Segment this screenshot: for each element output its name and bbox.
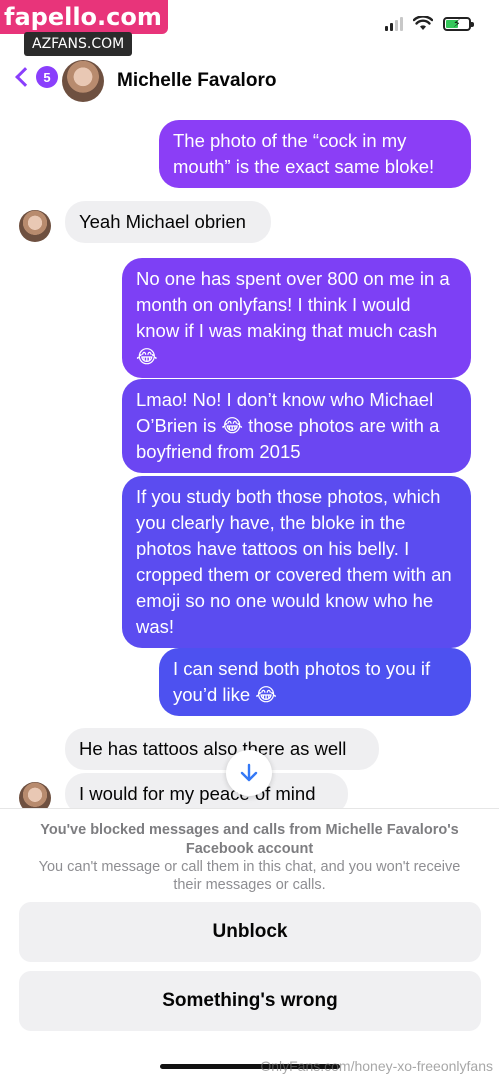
cellular-signal-icon: [385, 16, 403, 31]
unblock-button[interactable]: Unblock: [19, 902, 481, 962]
contact-avatar[interactable]: [62, 60, 104, 102]
scroll-to-bottom-button[interactable]: [226, 750, 272, 796]
status-bar: ⚡: [385, 16, 474, 31]
onlyfans-watermark: OnlyFans.com/honey-xo-freeonlyfans: [260, 1058, 493, 1074]
blocked-notice-panel: You've blocked messages and calls from M…: [0, 808, 499, 1080]
outgoing-message[interactable]: If you study both those photos, which yo…: [122, 476, 471, 648]
unread-count-badge: 5: [36, 66, 58, 88]
contact-name[interactable]: Michelle Favaloro: [117, 70, 276, 92]
blocked-title: You've blocked messages and calls from M…: [40, 822, 459, 857]
chevron-left-icon: [15, 67, 35, 87]
wifi-icon: [413, 16, 433, 30]
outgoing-message[interactable]: The photo of the “cock in my mouth” is t…: [159, 120, 471, 188]
chat-header: 5 Michelle Favaloro: [0, 56, 499, 106]
arrow-down-icon: [240, 763, 258, 782]
azfans-watermark: AZFANS.COM: [24, 32, 133, 56]
outgoing-message[interactable]: No one has spent over 800 on me in a mon…: [122, 258, 471, 378]
outgoing-message[interactable]: Lmao! No! I don’t know who Michael O’Bri…: [122, 379, 471, 473]
back-button[interactable]: 5: [12, 66, 58, 88]
blocked-subtitle: You can't message or call them in this c…: [38, 859, 461, 893]
incoming-message[interactable]: Yeah Michael obrien: [65, 201, 271, 243]
something-wrong-button[interactable]: Something's wrong: [19, 971, 481, 1031]
battery-charging-icon: ⚡: [443, 16, 474, 31]
contact-message-avatar: [19, 210, 51, 242]
incoming-message[interactable]: He has tattoos also there as well: [65, 728, 379, 770]
outgoing-message[interactable]: I can send both photos to you if you’d l…: [159, 648, 471, 716]
fapello-watermark: fapello.com: [0, 0, 168, 34]
